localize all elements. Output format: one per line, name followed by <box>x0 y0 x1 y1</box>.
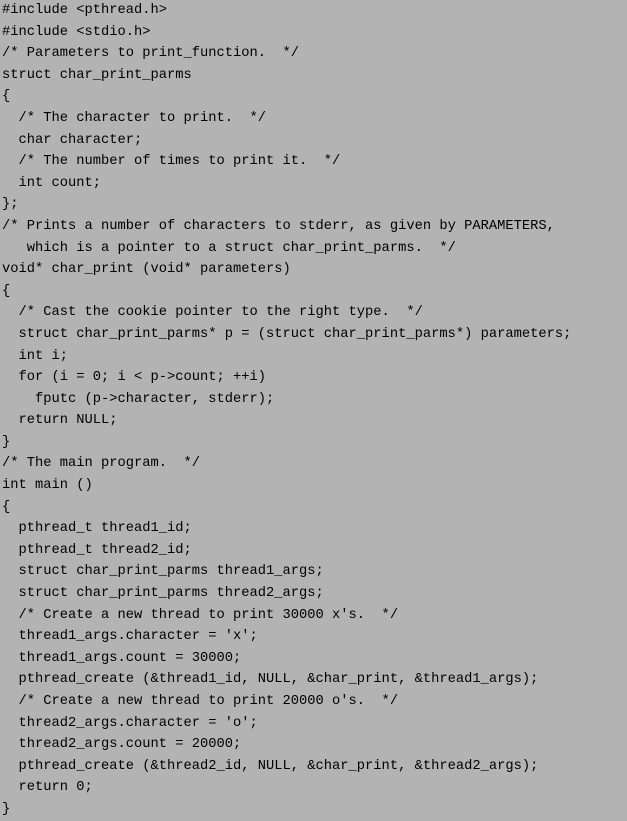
code-block: #include <pthread.h> #include <stdio.h> … <box>0 0 627 821</box>
